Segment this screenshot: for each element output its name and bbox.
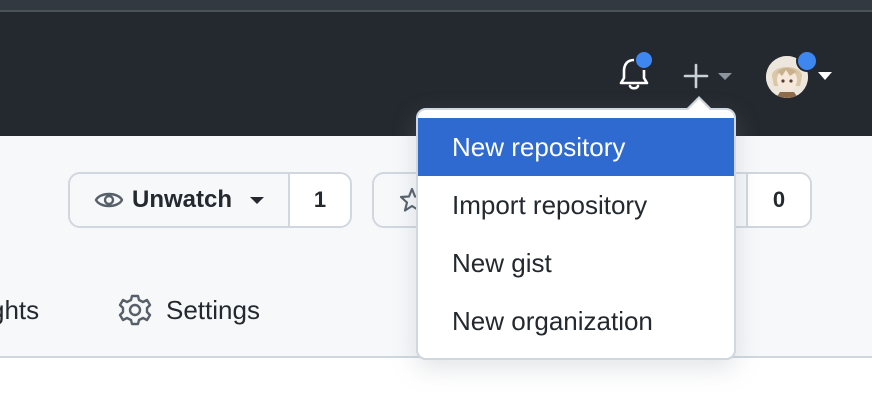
menu-item-new-gist[interactable]: New gist: [418, 234, 734, 292]
eye-icon: [94, 192, 124, 208]
avatar-status-indicator: [796, 50, 818, 72]
chevron-down-icon: [250, 196, 265, 204]
tab-insights[interactable]: ghts: [0, 288, 39, 332]
gear-icon: [118, 294, 152, 326]
chevron-down-icon: [718, 72, 732, 80]
menu-item-new-repository[interactable]: New repository: [418, 118, 734, 176]
menu-item-new-organization[interactable]: New organization: [418, 292, 734, 350]
stars-count[interactable]: 0: [748, 174, 810, 226]
unwatch-button[interactable]: Unwatch: [70, 174, 290, 226]
tab-settings[interactable]: Settings: [118, 288, 260, 332]
watchers-count[interactable]: 1: [290, 174, 350, 226]
unwatch-label: Unwatch: [132, 186, 233, 213]
tab-settings-label: Settings: [166, 294, 260, 325]
header-top-strip: [0, 0, 872, 12]
create-new-menu: New repository Import repository New gis…: [416, 108, 736, 360]
watch-button-group: Unwatch 1: [68, 172, 352, 228]
menu-item-import-repository[interactable]: Import repository: [418, 176, 734, 234]
chevron-down-icon[interactable]: [818, 72, 832, 80]
notification-indicator: [634, 50, 654, 70]
create-new-button[interactable]: [682, 60, 742, 92]
dropdown-pointer-fill: [688, 99, 710, 110]
plus-icon: [683, 63, 709, 89]
tab-insights-label: ghts: [0, 294, 40, 325]
